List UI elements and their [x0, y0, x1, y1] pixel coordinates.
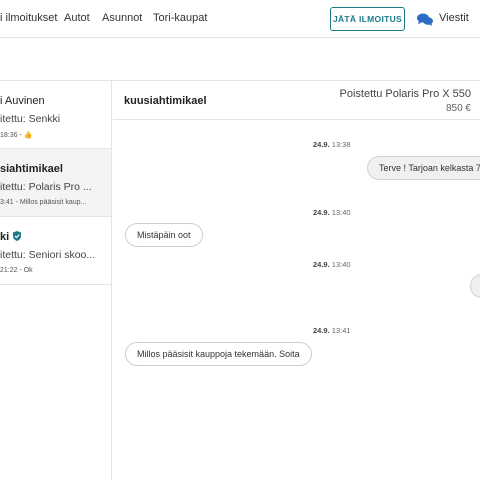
listing-price: 850 €	[445, 103, 471, 114]
listing-title[interactable]: Poistettu Polaris Pro X 550	[340, 88, 471, 100]
verified-badge-icon	[13, 231, 22, 241]
message-bubble-sent: Terve ! Tarjoan kelkasta 70	[367, 156, 480, 180]
messages-link[interactable]: Viestit	[439, 12, 469, 24]
post-ad-button[interactable]: JÄTÄ ILMOITUS	[330, 7, 405, 31]
top-navigation: i ilmoitukset Autot Asunnot Tori-kaupat …	[0, 0, 480, 38]
message-bubble-sent	[470, 274, 480, 298]
conversation-item-title: itettu: Polaris Pro ...	[0, 181, 92, 193]
nav-link-tori-kaupat[interactable]: Tori-kaupat	[153, 12, 207, 24]
conversation-name: ki	[0, 231, 22, 243]
chat-header: kuusiahtimikael Poistettu Polaris Pro X …	[113, 81, 480, 120]
conversation-last-message: 3:41 - Millos pääsisit kaup...	[0, 199, 87, 206]
nav-link-autot[interactable]: Autot	[64, 12, 90, 24]
conversation-name: siahtimikael	[0, 163, 63, 175]
message-bubble-received: Mistäpäin oot	[125, 223, 203, 247]
message-bubble-received: Millos pääsisit kauppoja tekemään. Soita	[125, 342, 312, 366]
conversation-item[interactable]: ki itettu: Seniori skoo... 21:22 - Ok	[0, 217, 111, 285]
conversation-last-message: 18:36 - 👍	[0, 132, 33, 139]
nav-link-asunnot[interactable]: Asunnot	[102, 12, 142, 24]
conversation-last-message: 21:22 - Ok	[0, 267, 33, 274]
conversation-item[interactable]: i Auvinen itettu: Senkki 18:36 - 👍	[0, 81, 111, 149]
nav-link-ilmoitukset[interactable]: i ilmoitukset	[0, 12, 57, 24]
conversation-item-title: itettu: Senkki	[0, 113, 61, 125]
chat-bubbles-icon[interactable]	[417, 13, 433, 26]
message-timestamp: 24.9. 13:40	[313, 260, 351, 269]
conversation-list: i Auvinen itettu: Senkki 18:36 - 👍 siaht…	[0, 81, 112, 480]
conversation-item-title: itettu: Seniori skoo...	[0, 249, 96, 261]
message-thread: 24.9. 13:38 Terve ! Tarjoan kelkasta 70 …	[113, 120, 480, 480]
thumbs-up-icon: 👍	[23, 132, 33, 139]
message-timestamp: 24.9. 13:41	[313, 326, 351, 335]
sub-header	[0, 38, 480, 81]
message-timestamp: 24.9. 13:38	[313, 140, 351, 149]
chat-partner-name[interactable]: kuusiahtimikael	[124, 95, 207, 107]
conversation-name: i Auvinen	[0, 95, 45, 107]
conversation-item-selected[interactable]: siahtimikael itettu: Polaris Pro ... 3:4…	[0, 149, 111, 217]
message-timestamp: 24.9. 13:40	[313, 208, 351, 217]
